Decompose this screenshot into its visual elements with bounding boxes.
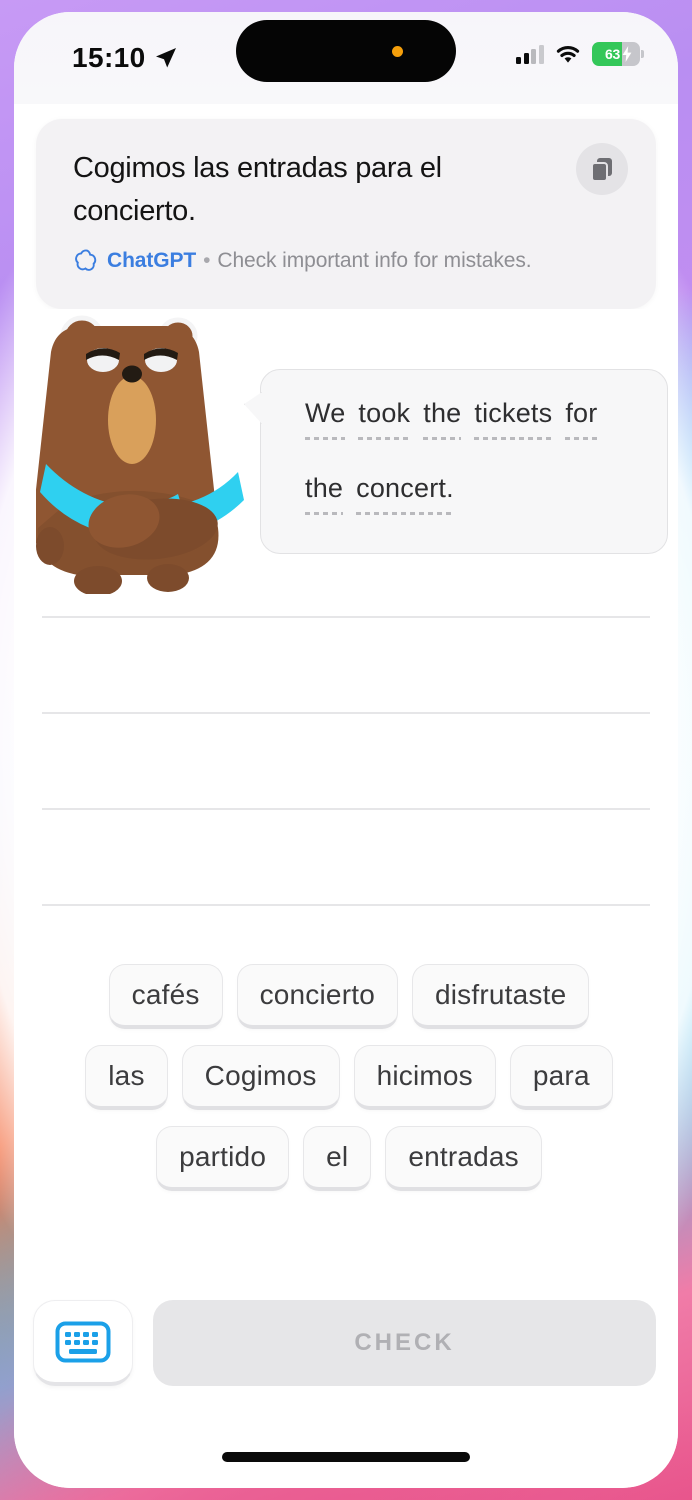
word-tile[interactable]: las [85,1045,168,1110]
word-tile[interactable]: Cogimos [181,1045,340,1110]
phone-screen: 15:10 63 Cogimos las entradas para el co… [14,12,678,1488]
speech-bubble: We took the tickets for the concert. [244,369,668,554]
wifi-icon [556,46,580,63]
prompt-word[interactable]: We [305,398,346,440]
keyboard-icon [55,1321,111,1362]
notification-separator: • [203,249,211,272]
cellular-signal-icon [516,44,544,64]
prompt-word[interactable]: concert. [356,473,454,515]
activity-indicator-dot [392,46,403,57]
word-tile[interactable]: partido [156,1126,290,1191]
answer-line[interactable] [42,712,650,714]
location-arrow-icon [156,48,176,68]
status-bar: 15:10 63 [14,12,678,104]
word-tile[interactable]: cafés [108,964,223,1029]
answer-line[interactable] [42,808,650,810]
check-button[interactable]: CHECK [153,1300,656,1386]
battery-percent-label: 63 [605,46,620,62]
status-clock: 15:10 [72,42,146,73]
keyboard-toggle-button[interactable] [33,1300,133,1386]
word-tile[interactable]: hicimos [353,1045,496,1110]
status-indicators: 63 [516,42,644,66]
prompt-line-1: We took the tickets for [305,398,598,440]
bear-character [36,315,244,594]
check-button-label: CHECK [354,1329,455,1356]
prompt-word[interactable]: the [423,398,462,440]
battery-charging-icon: 63 [592,42,644,66]
notification-footer: ChatGPT • Check important info for mista… [73,248,532,274]
home-indicator[interactable] [222,1452,470,1462]
chatgpt-logo-icon [75,249,97,271]
chatgpt-notification-banner[interactable]: Cogimos las entradas para el concierto. … [36,119,656,309]
prompt-word[interactable]: tickets [474,398,553,440]
bubble-tail [244,392,262,424]
copy-button[interactable] [576,143,628,195]
dynamic-island[interactable] [236,20,456,82]
bottom-action-bar: CHECK [14,1296,678,1392]
word-tile[interactable]: el [303,1126,372,1191]
word-tile[interactable]: disfrutaste [411,964,590,1029]
charging-bolt-icon [622,46,632,62]
word-tile[interactable]: para [509,1045,613,1110]
notification-app-name: ChatGPT [107,249,197,272]
copy-icon [591,158,612,182]
notification-disclaimer: Check important info for mistakes. [217,249,532,272]
prompt-line-2: the concert. [305,473,454,515]
answer-line[interactable] [42,904,650,906]
word-bank: cafés concierto disfrutaste las Cogimos … [64,964,634,1191]
prompt-word[interactable]: took [358,398,411,440]
answer-line[interactable] [42,616,650,618]
prompt-word[interactable]: the [305,473,344,515]
word-tile[interactable]: entradas [385,1126,542,1191]
word-tile[interactable]: concierto [236,964,398,1029]
prompt-word[interactable]: for [565,398,598,440]
notification-title: Cogimos las entradas para el concierto. [73,152,442,227]
